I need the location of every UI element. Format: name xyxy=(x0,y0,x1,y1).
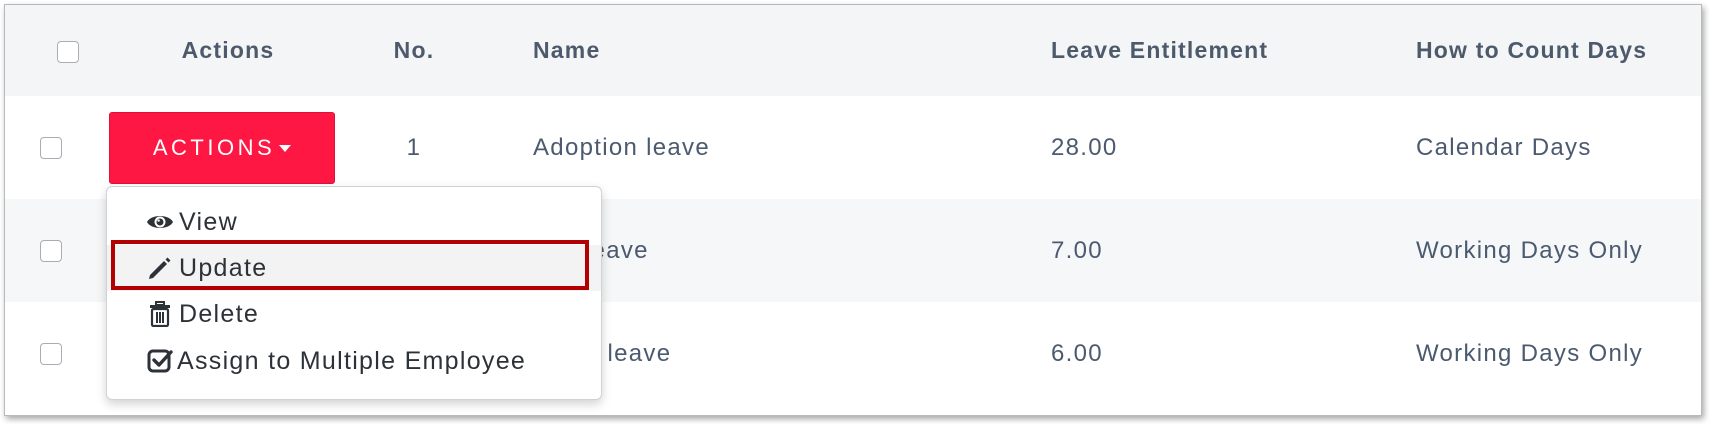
menu-item-update[interactable]: Update xyxy=(107,245,601,291)
row-leave-entitlement: 6.00 xyxy=(1051,339,1103,367)
header-name[interactable]: Name xyxy=(471,5,1041,96)
header-leave-entitlement[interactable]: Leave Entitlement xyxy=(1041,5,1406,96)
caret-down-icon xyxy=(279,145,292,152)
check-square-icon xyxy=(143,346,177,376)
row-how-to-count-days: Working Days Only xyxy=(1416,339,1644,367)
row-how-to-count-days: Working Days Only xyxy=(1416,236,1644,264)
menu-item-view[interactable]: View xyxy=(107,199,601,245)
row-leave-entitlement: 28.00 xyxy=(1051,133,1118,161)
row-how-to-count-days: Calendar Days xyxy=(1416,133,1592,161)
row-name: Adoption leave xyxy=(533,133,710,161)
eye-icon xyxy=(143,207,177,237)
actions-button-label: ACTIONS xyxy=(152,134,276,160)
table-header-row: Actions No. Name Leave Entitlement How t… xyxy=(5,5,1701,96)
header-no[interactable]: No. xyxy=(357,5,471,96)
actions-dropdown-menu: View Update Delete Assign to Multiple Em… xyxy=(106,186,602,400)
menu-item-delete[interactable]: Delete xyxy=(107,291,601,337)
header-how-to-count-days[interactable]: How to Count Days xyxy=(1406,5,1701,96)
row-select-cell xyxy=(5,96,99,199)
header-actions: Actions xyxy=(181,37,275,63)
row-leave-entitlement: 7.00 xyxy=(1051,236,1103,264)
row-actions-cell: ACTIONS xyxy=(99,96,357,199)
trash-icon xyxy=(143,299,177,329)
menu-item-label: View xyxy=(179,207,238,236)
actions-dropdown-button[interactable]: ACTIONS xyxy=(109,111,335,184)
row-select-cell xyxy=(5,199,99,302)
pencil-icon xyxy=(143,253,177,283)
row-checkbox[interactable] xyxy=(40,240,62,263)
row-checkbox[interactable] xyxy=(40,343,62,366)
select-all-checkbox[interactable] xyxy=(57,40,79,63)
row-checkbox[interactable] xyxy=(40,137,62,160)
menu-item-assign-to-multiple-employee[interactable]: Assign to Multiple Employee xyxy=(107,338,601,384)
menu-item-label: Delete xyxy=(179,299,260,328)
row-number: 1 xyxy=(406,133,422,161)
header-select-all-cell xyxy=(5,5,99,96)
row-select-cell xyxy=(5,302,99,405)
menu-item-label: Update xyxy=(179,253,268,282)
menu-item-label: Assign to Multiple Employee xyxy=(177,346,527,375)
table-row: ACTIONS 1 Adoption leave 28.00 Calendar … xyxy=(5,96,1701,199)
